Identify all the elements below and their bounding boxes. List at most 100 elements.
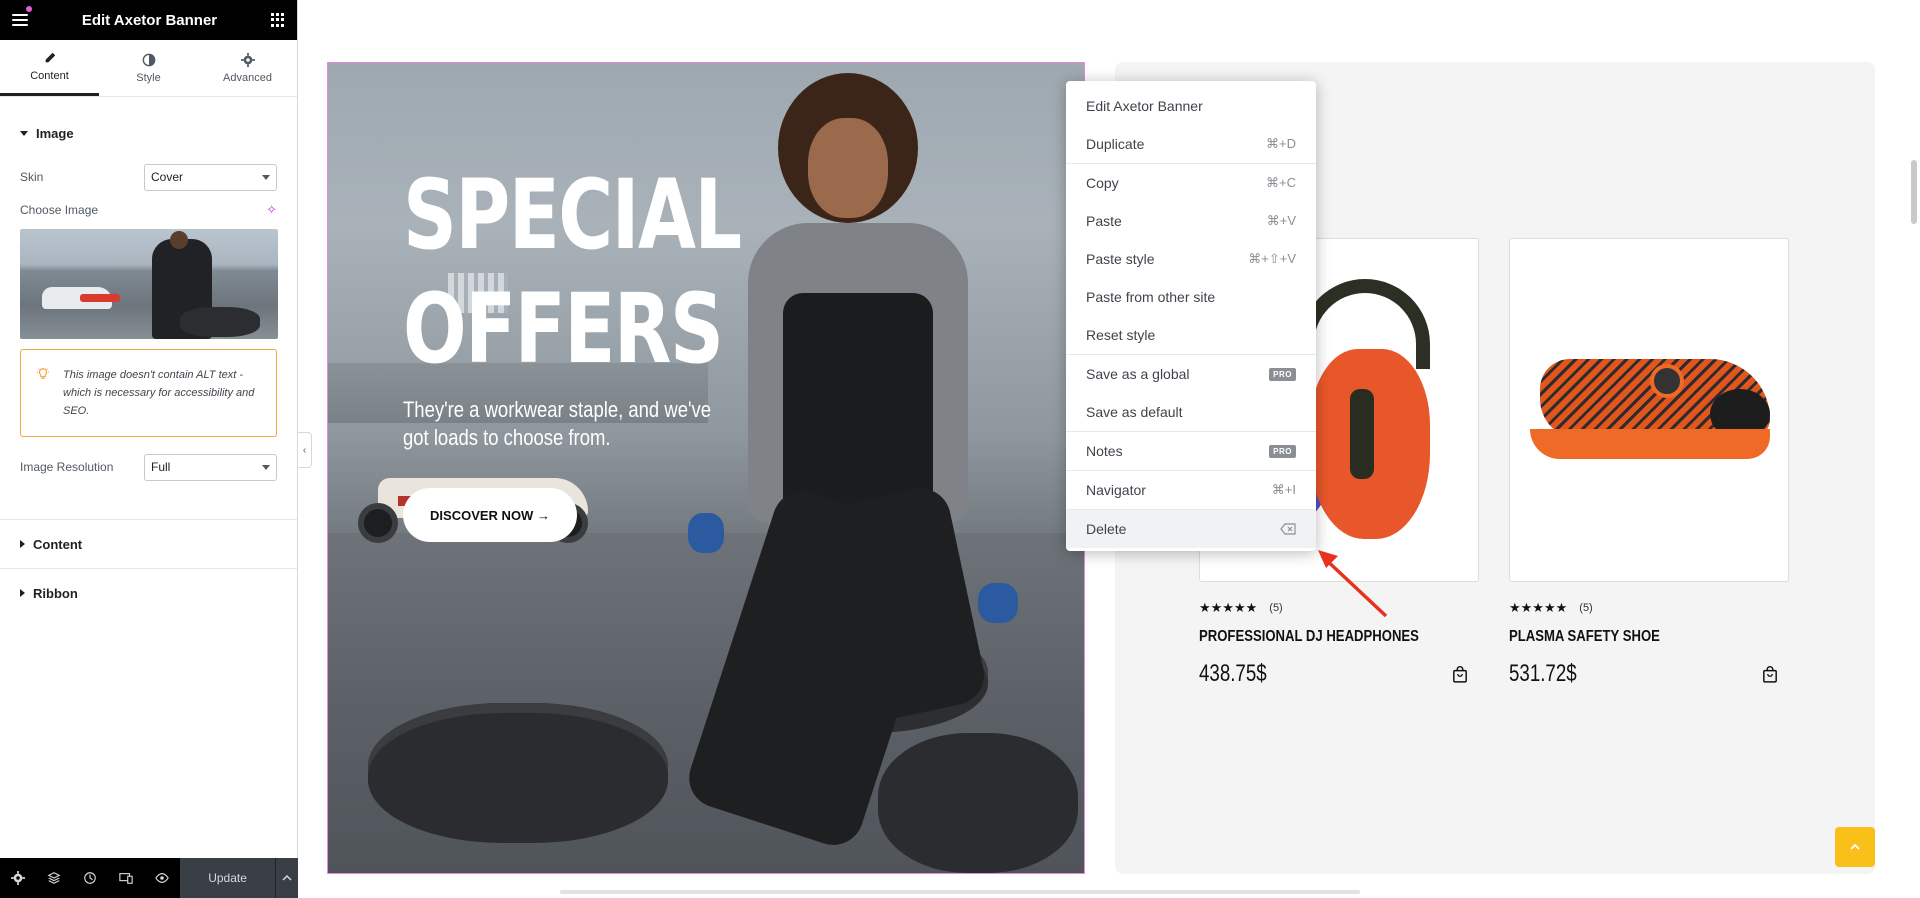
section-content-header[interactable]: Content bbox=[0, 520, 297, 568]
menu-item-label: Notes bbox=[1086, 443, 1123, 459]
panel-footer: Update bbox=[0, 858, 298, 898]
notification-dot bbox=[26, 6, 32, 12]
product-name[interactable]: PLASMA SAFETY SHOE bbox=[1509, 628, 1730, 646]
context-menu: Edit Axetor Banner Duplicate ⌘+D Copy ⌘+… bbox=[1066, 81, 1316, 551]
history-icon bbox=[84, 872, 97, 884]
menu-item-label: Copy bbox=[1086, 175, 1119, 191]
menu-item-label: Save as default bbox=[1086, 404, 1183, 420]
annotation-arrow bbox=[1318, 550, 1388, 618]
menu-item-label: Paste style bbox=[1086, 251, 1155, 267]
preview-button[interactable] bbox=[144, 858, 180, 898]
banner-subtitle: They're a workwear staple, and we've got… bbox=[403, 397, 712, 450]
banner-title: SPECIAL OFFERS bbox=[403, 158, 777, 386]
product-price-row: 531.72$ bbox=[1509, 660, 1779, 688]
menu-item-paste-from-other-site[interactable]: Paste from other site bbox=[1066, 278, 1316, 316]
skin-control: Skin Cover bbox=[0, 159, 297, 195]
skin-label: Skin bbox=[20, 170, 44, 184]
eye-icon bbox=[155, 873, 170, 883]
menu-item-delete[interactable]: Delete bbox=[1066, 510, 1316, 548]
menu-item-shortcut: ⌘+C bbox=[1266, 175, 1296, 190]
menu-item-shortcut: ⌘+V bbox=[1266, 213, 1296, 228]
navigator-button[interactable] bbox=[36, 858, 72, 898]
section-image-title: Image bbox=[36, 125, 74, 141]
settings-button[interactable] bbox=[0, 858, 36, 898]
model-glove bbox=[688, 513, 724, 553]
menu-item-paste[interactable]: Paste ⌘+V bbox=[1066, 202, 1316, 240]
axetor-banner[interactable]: SPECIAL OFFERS They're a workwear staple… bbox=[327, 62, 1085, 874]
collapse-panel-button[interactable]: ‹ bbox=[298, 432, 312, 468]
resolution-label: Image Resolution bbox=[20, 460, 114, 474]
menu-item-label: Duplicate bbox=[1086, 136, 1145, 152]
menu-item-label: Save as a global bbox=[1086, 366, 1190, 382]
image-picker-thumbnail[interactable] bbox=[20, 229, 278, 339]
chevron-down-icon bbox=[262, 174, 270, 180]
devices-icon bbox=[119, 873, 133, 884]
product-price: 438.75$ bbox=[1199, 660, 1267, 687]
tab-advanced[interactable]: Advanced bbox=[198, 40, 297, 96]
responsive-mode-button[interactable] bbox=[108, 858, 144, 898]
menu-item-save-as-global[interactable]: Save as a global PRO bbox=[1066, 355, 1316, 393]
pencil-icon bbox=[45, 52, 55, 63]
shopping-bag-icon[interactable] bbox=[1761, 665, 1779, 683]
shoe-dial-shape bbox=[1650, 364, 1684, 398]
rating-stars: ★★★★★ bbox=[1509, 600, 1568, 615]
discover-now-button[interactable]: DISCOVER NOW → bbox=[403, 488, 577, 542]
section-image-header[interactable]: Image bbox=[0, 113, 297, 153]
section-ribbon-title: Ribbon bbox=[33, 585, 78, 601]
menu-item-reset-style[interactable]: Reset style bbox=[1066, 316, 1316, 354]
menu-item-edit[interactable]: Edit Axetor Banner bbox=[1066, 87, 1316, 125]
contrast-icon bbox=[142, 53, 155, 66]
tab-style[interactable]: Style bbox=[99, 40, 198, 96]
pro-badge: PRO bbox=[1269, 367, 1296, 381]
chevron-up-icon bbox=[282, 874, 292, 881]
panel-header: Edit Axetor Banner bbox=[0, 0, 297, 40]
menu-item-label: Paste bbox=[1086, 213, 1122, 229]
product-name[interactable]: PROFESSIONAL DJ HEADPHONES bbox=[1199, 628, 1420, 646]
section-content-title: Content bbox=[33, 536, 83, 552]
race-car-wheel bbox=[358, 503, 398, 543]
banner-title-line2: OFFERS bbox=[403, 273, 724, 385]
earmuff-clip-shape bbox=[1350, 389, 1374, 479]
choose-image-label: Choose Image bbox=[20, 203, 99, 217]
menu-item-paste-style[interactable]: Paste style ⌘+⇧+V bbox=[1066, 240, 1316, 278]
product-image-card[interactable] bbox=[1509, 238, 1789, 582]
gear-icon bbox=[240, 52, 255, 67]
menu-item-copy[interactable]: Copy ⌘+C bbox=[1066, 164, 1316, 202]
skin-select[interactable]: Cover bbox=[144, 163, 277, 191]
panel-tabs: Content Style Advanced bbox=[0, 40, 297, 97]
widgets-grid-icon[interactable] bbox=[271, 13, 285, 27]
update-button[interactable]: Update bbox=[180, 858, 275, 898]
menu-icon[interactable] bbox=[12, 14, 28, 26]
chevron-down-icon bbox=[262, 464, 270, 470]
menu-item-duplicate[interactable]: Duplicate ⌘+D bbox=[1066, 125, 1316, 163]
page-scrollbar[interactable] bbox=[1911, 160, 1917, 224]
caret-right-icon bbox=[20, 540, 25, 548]
menu-item-notes[interactable]: Notes PRO bbox=[1066, 432, 1316, 470]
resolution-select[interactable]: Full bbox=[144, 453, 277, 481]
section-ribbon-header[interactable]: Ribbon bbox=[0, 569, 297, 617]
gear-icon bbox=[11, 871, 26, 885]
menu-item-navigator[interactable]: Navigator ⌘+I bbox=[1066, 471, 1316, 509]
menu-item-label: Edit Axetor Banner bbox=[1086, 98, 1203, 114]
tab-content-label: Content bbox=[30, 70, 69, 82]
rating: ★★★★★ (5) bbox=[1509, 600, 1779, 616]
ai-sparkle-icon[interactable]: ✧ bbox=[266, 202, 277, 218]
tire-shape bbox=[368, 703, 668, 843]
menu-item-shortcut: ⌘+⇧+V bbox=[1248, 251, 1296, 266]
resolution-select-value: Full bbox=[151, 460, 171, 474]
thumbnail-car-stripe bbox=[80, 294, 120, 302]
update-options-button[interactable] bbox=[274, 858, 298, 898]
history-button[interactable] bbox=[72, 858, 108, 898]
delete-key-icon bbox=[1280, 523, 1296, 535]
product-price-row: 438.75$ bbox=[1199, 660, 1469, 688]
shopping-bag-icon[interactable] bbox=[1451, 665, 1469, 683]
chevron-left-icon: ‹ bbox=[302, 444, 307, 456]
rating-stars: ★★★★★ bbox=[1199, 600, 1258, 615]
tab-content[interactable]: Content bbox=[0, 40, 99, 96]
scroll-to-top-button[interactable] bbox=[1835, 827, 1875, 867]
product-price: 531.72$ bbox=[1509, 660, 1577, 687]
menu-item-save-as-default[interactable]: Save as default bbox=[1066, 393, 1316, 431]
editor-panel: Edit Axetor Banner Content Style Advance… bbox=[0, 0, 298, 898]
menu-item-label: Delete bbox=[1086, 521, 1127, 537]
caret-down-icon bbox=[20, 130, 28, 136]
